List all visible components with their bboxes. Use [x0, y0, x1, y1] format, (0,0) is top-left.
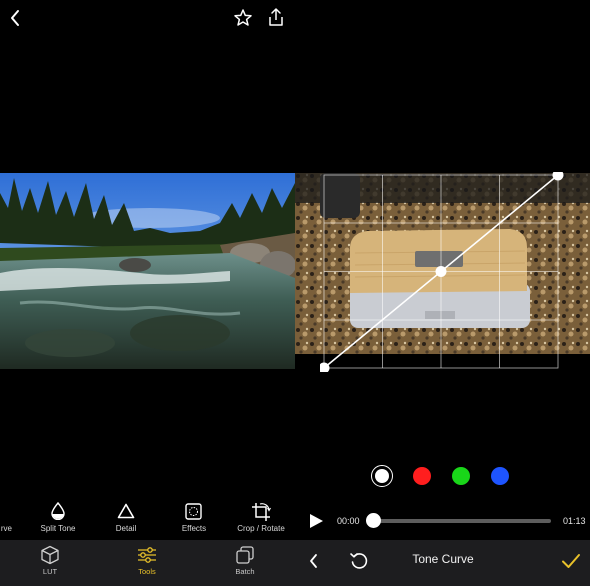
sliders-icon	[138, 547, 156, 563]
reset-button[interactable]	[348, 550, 370, 572]
chevron-left-icon	[11, 10, 19, 26]
tool-tone-curve[interactable]: rve	[0, 500, 32, 538]
detail-triangle-icon	[117, 503, 135, 519]
editor-right-panel: 00:00 01:13 Tone Curve	[295, 0, 590, 586]
share-button[interactable]	[266, 7, 286, 27]
scrubber-handle[interactable]	[366, 513, 381, 528]
total-time: 01:13	[563, 516, 586, 526]
channel-green-button[interactable]	[452, 467, 470, 485]
tab-tools[interactable]: Tools	[125, 540, 169, 586]
current-time: 00:00	[337, 516, 360, 526]
editor-left-panel: rve Split Tone Detail Effects Crop / Rot…	[0, 0, 295, 586]
crop-rotate-icon	[252, 503, 271, 521]
star-icon	[234, 9, 252, 26]
chevron-left-icon	[310, 554, 317, 568]
share-icon	[269, 8, 283, 26]
channel-red-button[interactable]	[413, 467, 431, 485]
curve-point-mid[interactable]	[435, 266, 447, 277]
play-button[interactable]	[307, 512, 325, 530]
undo-rotate-icon	[350, 553, 368, 569]
tool-label: Crop / Rotate	[237, 524, 285, 533]
cancel-back-button[interactable]	[304, 551, 324, 571]
tab-label: LUT	[42, 567, 58, 576]
apply-button[interactable]	[560, 550, 582, 572]
tool-bottom-bar: Tone Curve	[295, 540, 590, 586]
tool-effects[interactable]: Effects	[172, 500, 216, 538]
tools-row: rve Split Tone Detail Effects Crop / Rot…	[0, 500, 295, 538]
cube-icon	[41, 545, 59, 565]
scrubber-track[interactable]	[373, 519, 551, 523]
tone-curve-editor[interactable]	[320, 172, 565, 372]
curve-point-white[interactable]	[552, 172, 564, 181]
tool-label: Split Tone	[40, 524, 76, 533]
tool-crop-rotate[interactable]: Crop / Rotate	[234, 500, 288, 538]
effects-icon	[185, 503, 202, 520]
tab-label: Tools	[138, 567, 156, 576]
rgb-swatch	[374, 468, 389, 483]
river-landscape-image	[0, 173, 295, 369]
channel-blue-button[interactable]	[491, 467, 509, 485]
tool-title: Tone Curve	[412, 552, 474, 566]
tool-label: rve	[0, 524, 12, 533]
tool-label: Effects	[181, 524, 207, 533]
photo-preview	[0, 173, 295, 369]
tool-detail[interactable]: Detail	[104, 500, 148, 538]
split-tone-icon	[51, 502, 65, 520]
tab-label: Batch	[235, 567, 255, 576]
tab-batch[interactable]: Batch	[223, 540, 267, 586]
bottom-tab-bar: LUT Tools Batch	[0, 540, 295, 586]
play-icon	[310, 514, 323, 528]
channel-rgb-button[interactable]	[371, 465, 393, 487]
back-button[interactable]	[6, 8, 26, 28]
tab-lut[interactable]: LUT	[28, 540, 72, 586]
favorite-button[interactable]	[233, 8, 253, 28]
tool-split-tone[interactable]: Split Tone	[34, 500, 82, 538]
batch-icon	[236, 546, 254, 564]
tool-label: Detail	[115, 524, 137, 533]
channel-selector	[370, 464, 520, 488]
checkmark-icon	[562, 554, 580, 568]
